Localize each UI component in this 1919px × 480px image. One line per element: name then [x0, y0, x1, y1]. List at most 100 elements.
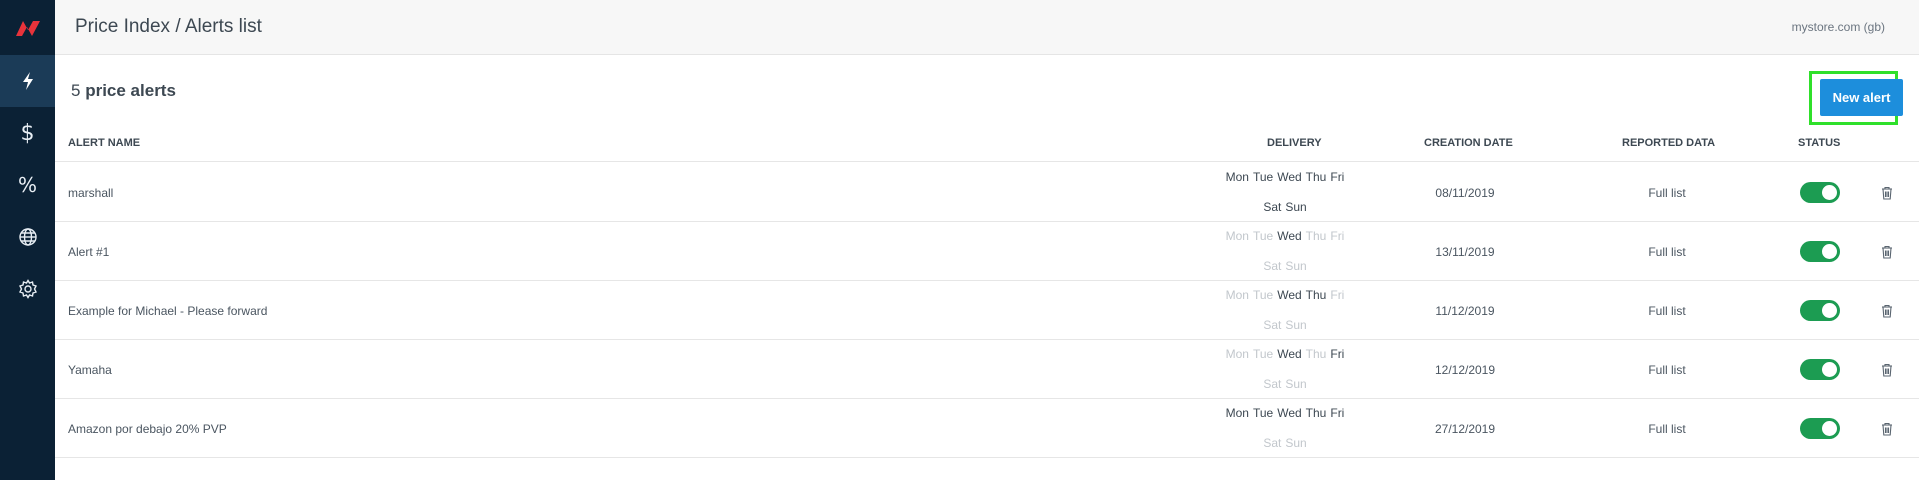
delete-cell — [1877, 281, 1897, 340]
delivery-day: Sun — [1285, 317, 1307, 332]
delivery-weekdays: Mon Tue Wed Thu Fri — [1221, 227, 1349, 246]
alert-name[interactable]: Example for Michael - Please forward — [68, 281, 267, 340]
delivery-day: Fri — [1330, 347, 1345, 362]
alert-name[interactable]: Alert #1 — [68, 222, 109, 281]
delete-cell — [1877, 222, 1897, 281]
table-row[interactable]: marshall Mon Tue Wed Thu Fri Sat Sun 08/11/20… — [55, 163, 1919, 222]
delivery-day: Fri — [1330, 406, 1345, 421]
trash-icon[interactable] — [1881, 422, 1893, 436]
dollar-icon: $ — [20, 120, 35, 146]
delivery-weekdays: Mon Tue Wed Thu Fri — [1221, 404, 1349, 423]
delivery-day: Mon — [1225, 170, 1249, 185]
status-toggle[interactable] — [1800, 418, 1840, 439]
delivery-day: Mon — [1225, 406, 1249, 421]
delete-cell — [1877, 340, 1897, 399]
creation-date: 27/12/2019 — [1434, 421, 1496, 436]
alerts-header: 5 price alerts — [55, 55, 1919, 125]
delivery-day: Wed — [1277, 170, 1302, 185]
alerts-count-number: 5 — [71, 81, 81, 100]
delivery-day: Thu — [1305, 347, 1327, 362]
delivery-day: Wed — [1277, 288, 1302, 303]
reported-data: Full list — [1648, 244, 1686, 259]
delivery-day: Thu — [1305, 170, 1327, 185]
creation-date: 13/11/2019 — [1435, 244, 1495, 259]
delivery-day: Fri — [1330, 288, 1345, 303]
sidebar-item-discounts[interactable]: % — [0, 159, 55, 211]
table-row[interactable]: Alert #1 Mon Tue Wed Thu Fri Sat Sun 13/11/20… — [55, 222, 1919, 281]
delivery-day: Tue — [1252, 288, 1274, 303]
delivery-day: Sat — [1263, 317, 1282, 332]
delivery-day: Thu — [1305, 406, 1327, 421]
status-cell — [1799, 399, 1841, 458]
store-selector[interactable]: mystore.com (gb) — [1792, 20, 1885, 34]
sidebar-item-alerts[interactable] — [0, 55, 55, 107]
delete-cell — [1877, 399, 1897, 458]
status-cell — [1799, 163, 1841, 222]
alert-name[interactable]: marshall — [68, 163, 113, 222]
lightning-icon — [22, 72, 33, 90]
delivery-day: Tue — [1252, 170, 1274, 185]
delivery-day: Tue — [1252, 347, 1274, 362]
table-row[interactable]: Yamaha Mon Tue Wed Thu Fri Sat Sun 12/12/2019… — [55, 340, 1919, 399]
creation-date: 12/12/2019 — [1434, 362, 1496, 377]
delivery-day: Tue — [1252, 406, 1274, 421]
trash-icon[interactable] — [1881, 186, 1893, 200]
reported-data: Full list — [1648, 185, 1686, 200]
delivery-days: Mon Tue Wed Thu Fri Sat Sun — [1221, 281, 1349, 340]
status-toggle[interactable] — [1800, 182, 1840, 203]
status-toggle[interactable] — [1800, 359, 1840, 380]
delivery-day: Sat — [1263, 435, 1282, 450]
delivery-days: Mon Tue Wed Thu Fri Sat Sun — [1221, 163, 1349, 222]
header-creation-date: CREATION DATE — [1424, 137, 1513, 149]
page-title: Price Index / Alerts list — [75, 16, 262, 37]
trash-icon[interactable] — [1881, 245, 1893, 259]
creation-date: 11/12/2019 — [1435, 303, 1495, 318]
trash-icon[interactable] — [1881, 363, 1893, 377]
delivery-weekend: Sat Sun — [1221, 434, 1349, 453]
delivery-weekdays: Mon Tue Wed Thu Fri — [1221, 286, 1349, 305]
alerts-count: 5 price alerts — [71, 81, 176, 101]
new-alert-button[interactable]: New alert — [1820, 79, 1903, 116]
status-toggle[interactable] — [1800, 241, 1840, 262]
delivery-day: Thu — [1305, 229, 1327, 244]
status-toggle[interactable] — [1800, 300, 1840, 321]
delivery-day: Thu — [1305, 288, 1327, 303]
toggle-knob — [1822, 421, 1837, 436]
delivery-days: Mon Tue Wed Thu Fri Sat Sun — [1221, 340, 1349, 399]
top-bar: Price Index / Alerts list mystore.com (g… — [55, 0, 1919, 55]
globe-icon — [18, 228, 37, 246]
alert-name[interactable]: Yamaha — [68, 340, 112, 399]
toggle-knob — [1822, 185, 1837, 200]
alerts-table-body: marshall Mon Tue Wed Thu Fri Sat Sun 08/11/20… — [55, 163, 1919, 458]
delivery-day: Mon — [1225, 347, 1249, 362]
header-status: STATUS — [1798, 137, 1841, 149]
sidebar-item-pricing[interactable]: $ — [0, 107, 55, 159]
delivery-day: Tue — [1252, 229, 1274, 244]
delivery-day: Sun — [1285, 435, 1307, 450]
delivery-day: Wed — [1277, 229, 1302, 244]
header-reported-data: REPORTED DATA — [1622, 137, 1716, 149]
toggle-knob — [1822, 244, 1837, 259]
sidebar-item-markets[interactable] — [0, 211, 55, 263]
delivery-days: Mon Tue Wed Thu Fri Sat Sun — [1221, 399, 1349, 458]
delivery-weekdays: Mon Tue Wed Thu Fri — [1221, 345, 1349, 364]
header-delivery: DELIVERY — [1267, 137, 1322, 149]
creation-date: 08/11/2019 — [1435, 185, 1495, 200]
reported-data: Full list — [1648, 421, 1686, 436]
table-row[interactable]: Example for Michael - Please forward Mon… — [55, 281, 1919, 340]
gear-icon — [18, 279, 37, 299]
delivery-days: Mon Tue Wed Thu Fri Sat Sun — [1221, 222, 1349, 281]
sidebar: $ % — [0, 0, 55, 480]
sidebar-item-settings[interactable] — [0, 263, 55, 315]
delivery-weekend: Sat Sun — [1221, 198, 1349, 217]
toggle-knob — [1822, 362, 1837, 377]
delivery-day: Fri — [1330, 229, 1345, 244]
table-row[interactable]: Amazon por debajo 20% PVP Mon Tue Wed Thu Fr… — [55, 399, 1919, 458]
trash-icon[interactable] — [1881, 304, 1893, 318]
alert-name[interactable]: Amazon por debajo 20% PVP — [68, 399, 227, 458]
logo[interactable] — [0, 0, 55, 55]
main-content: 5 price alerts New alert ALERT NAME DELI… — [55, 55, 1919, 480]
delivery-day: Mon — [1225, 288, 1249, 303]
table-header: ALERT NAME DELIVERY CREATION DATE REPORT… — [55, 137, 1919, 162]
status-cell — [1799, 222, 1841, 281]
